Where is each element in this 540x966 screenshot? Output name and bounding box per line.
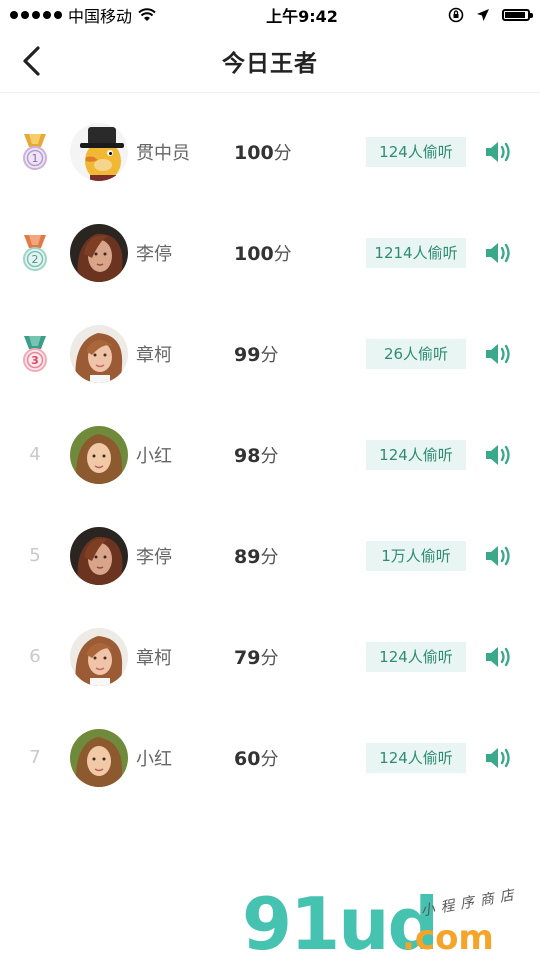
signal-icon bbox=[10, 11, 62, 19]
player-name: 小红 bbox=[136, 445, 172, 467]
score-value: 100 bbox=[234, 141, 274, 164]
ranking-row[interactable]: 7 小红 60分 124人偷听 bbox=[0, 707, 540, 808]
speaker-icon[interactable] bbox=[484, 140, 512, 164]
ranking-row[interactable]: 6 章柯 79分 124人偷听 bbox=[0, 606, 540, 707]
score-unit: 分 bbox=[260, 748, 279, 770]
speaker-icon[interactable] bbox=[484, 443, 512, 467]
rank-cell: 3 bbox=[0, 334, 70, 374]
player-score: 79分 bbox=[234, 644, 366, 670]
location-icon bbox=[476, 9, 489, 21]
status-right bbox=[448, 7, 533, 23]
player-name: 李停 bbox=[136, 243, 172, 265]
score-unit: 分 bbox=[273, 142, 292, 164]
listen-count-badge: 26人偷听 bbox=[366, 338, 466, 369]
rank-number: 4 bbox=[29, 444, 41, 465]
back-arrow-icon[interactable] bbox=[18, 44, 48, 78]
score-unit: 分 bbox=[260, 344, 279, 366]
wifi-icon bbox=[138, 8, 156, 21]
score-unit: 分 bbox=[260, 546, 279, 568]
ranking-row[interactable]: 4 小红 98分 124人偷听 bbox=[0, 404, 540, 505]
avatar[interactable] bbox=[70, 526, 128, 585]
score-value: 99 bbox=[234, 343, 261, 366]
rank-cell: 7 bbox=[0, 747, 70, 768]
rank-number: 5 bbox=[29, 545, 41, 566]
speaker-icon[interactable] bbox=[484, 342, 512, 366]
listen-count-badge: 1214人偷听 bbox=[366, 237, 466, 268]
status-time: 上午9:42 bbox=[266, 7, 338, 26]
medal-number: 3 bbox=[31, 354, 39, 367]
ranking-list: 1 贯中员 100分 124人偷听 2 李停 100分 1214人偷听 3 章柯… bbox=[0, 101, 540, 808]
medal-number: 2 bbox=[32, 253, 39, 266]
player-name: 小红 bbox=[136, 748, 172, 770]
player-score: 60分 bbox=[234, 745, 366, 771]
avatar[interactable] bbox=[70, 627, 128, 686]
player-score: 100分 bbox=[234, 240, 366, 266]
orientation-lock-icon bbox=[448, 7, 464, 23]
score-value: 100 bbox=[234, 242, 274, 265]
score-value: 98 bbox=[234, 444, 261, 467]
player-score: 99分 bbox=[234, 341, 366, 367]
speaker-icon[interactable] bbox=[484, 544, 512, 568]
score-value: 89 bbox=[234, 545, 261, 568]
rank-cell: 5 bbox=[0, 545, 70, 566]
medal-number: 1 bbox=[32, 152, 39, 165]
watermark-domain: .com bbox=[402, 918, 494, 958]
carrier-label: 中国移动 bbox=[68, 7, 133, 26]
player-score: 98分 bbox=[234, 442, 366, 468]
score-value: 79 bbox=[234, 646, 261, 669]
score-unit: 分 bbox=[273, 243, 292, 265]
status-bar: 中国移动 上午9:42 bbox=[0, 0, 540, 30]
score-value: 60 bbox=[234, 747, 261, 770]
ranking-row[interactable]: 5 李停 89分 1万人偷听 bbox=[0, 505, 540, 606]
listen-count-badge: 1万人偷听 bbox=[366, 540, 466, 571]
rank-cell: 2 bbox=[0, 233, 70, 273]
avatar[interactable] bbox=[70, 425, 128, 484]
rank-cell: 6 bbox=[0, 646, 70, 667]
avatar[interactable] bbox=[70, 728, 128, 787]
ranking-row[interactable]: 1 贯中员 100分 124人偷听 bbox=[0, 101, 540, 202]
score-unit: 分 bbox=[260, 647, 279, 669]
rank-cell: 1 bbox=[0, 132, 70, 172]
ranking-row[interactable]: 3 章柯 99分 26人偷听 bbox=[0, 303, 540, 404]
listen-count-badge: 124人偷听 bbox=[366, 439, 466, 470]
status-left: 中国移动 bbox=[10, 3, 156, 27]
rank-cell: 4 bbox=[0, 444, 70, 465]
listen-count-badge: 124人偷听 bbox=[366, 136, 466, 167]
nav-bar: 今日王者 bbox=[0, 30, 540, 93]
silver-medal-icon: 2 bbox=[23, 234, 47, 271]
avatar[interactable] bbox=[70, 223, 128, 282]
rank-number: 6 bbox=[29, 646, 41, 667]
player-name: 贯中员 bbox=[136, 142, 190, 164]
avatar[interactable] bbox=[70, 324, 128, 383]
ranking-row[interactable]: 2 李停 100分 1214人偷听 bbox=[0, 202, 540, 303]
listen-count-badge: 124人偷听 bbox=[366, 641, 466, 672]
bronze-medal-icon: 3 bbox=[23, 335, 47, 372]
gold-medal-icon: 1 bbox=[23, 133, 47, 170]
player-name: 章柯 bbox=[136, 344, 172, 366]
player-score: 89分 bbox=[234, 543, 366, 569]
avatar[interactable] bbox=[70, 122, 128, 181]
speaker-icon[interactable] bbox=[484, 746, 512, 770]
battery-icon bbox=[501, 9, 533, 21]
page-title: 今日王者 bbox=[222, 51, 318, 77]
listen-count-badge: 124人偷听 bbox=[366, 742, 466, 773]
speaker-icon[interactable] bbox=[484, 645, 512, 669]
player-score: 100分 bbox=[234, 139, 366, 165]
speaker-icon[interactable] bbox=[484, 241, 512, 265]
player-name: 章柯 bbox=[136, 647, 172, 669]
player-name: 李停 bbox=[136, 546, 172, 568]
watermark-logo: 91ud 小程序商店 .com bbox=[242, 882, 532, 966]
score-unit: 分 bbox=[260, 445, 279, 467]
rank-number: 7 bbox=[29, 747, 41, 768]
